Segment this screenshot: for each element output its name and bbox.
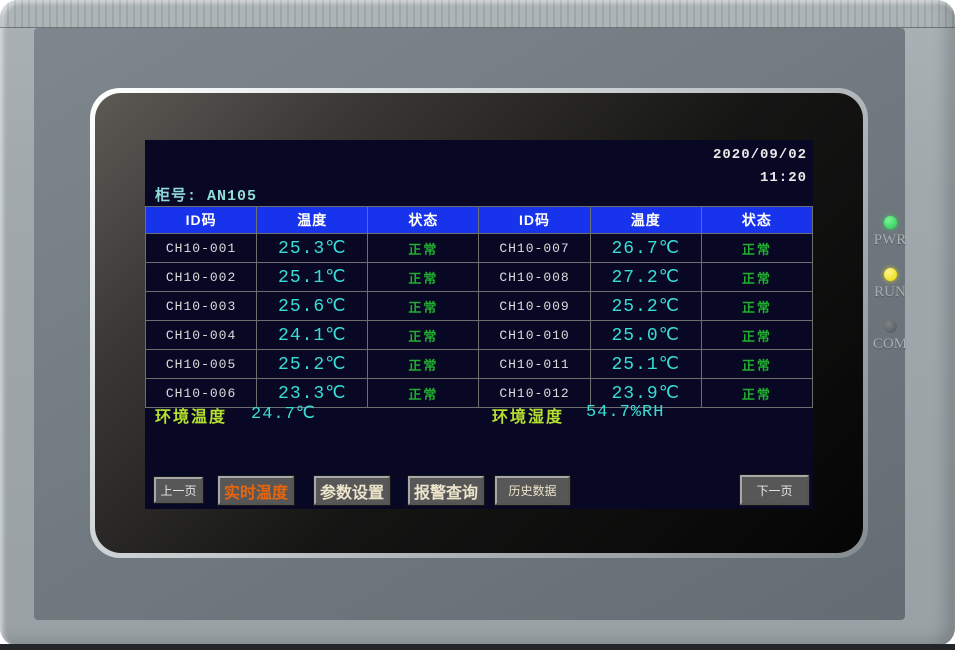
cell-status: 正常 — [368, 292, 479, 321]
cell-status: 正常 — [701, 350, 812, 379]
cell-id: CH10-011 — [479, 350, 590, 379]
cell-status: 正常 — [701, 321, 812, 350]
cell-status: 正常 — [368, 234, 479, 263]
run-led-group: RUN — [866, 268, 914, 301]
header-id-col1: ID码 — [146, 207, 257, 234]
cell-status: 正常 — [701, 292, 812, 321]
cell-status: 正常 — [368, 263, 479, 292]
next-page-button[interactable]: 下一页 — [740, 475, 809, 505]
cell-id: CH10-003 — [146, 292, 257, 321]
table-row: CH10-001 25.3℃ 正常 CH10-007 26.7℃ 正常 — [146, 234, 813, 263]
table-header-row: ID码 温度 状态 ID码 温度 状态 — [146, 207, 813, 234]
table-row: CH10-005 25.2℃ 正常 CH10-011 25.1℃ 正常 — [146, 350, 813, 379]
power-led-icon — [884, 216, 897, 229]
hmi-screen: 2020/09/02 11:20 柜号: AN105 ID码 温度 状态 ID码… — [145, 140, 813, 509]
datetime-display: 2020/09/02 11:20 — [713, 144, 807, 190]
cell-id: CH10-005 — [146, 350, 257, 379]
cell-temp: 25.2℃ — [257, 350, 368, 379]
com-led-group: COM — [866, 320, 914, 353]
alarm-query-button[interactable]: 报警查询 — [408, 476, 484, 505]
table-row: CH10-003 25.6℃ 正常 CH10-009 25.2℃ 正常 — [146, 292, 813, 321]
cell-temp: 25.3℃ — [257, 234, 368, 263]
ambient-temp-value: 24.7℃ — [251, 403, 316, 424]
ambient-temp-label: 环境温度 — [155, 403, 227, 427]
header-temp-col2: 温度 — [590, 207, 701, 234]
cell-status: 正常 — [368, 350, 479, 379]
cell-id: CH10-004 — [146, 321, 257, 350]
ambient-humidity-label: 环境湿度 — [492, 403, 564, 427]
screen-bezel: 2020/09/02 11:20 柜号: AN105 ID码 温度 状态 ID码… — [95, 93, 863, 553]
hmi-panel-chassis: 2020/09/02 11:20 柜号: AN105 ID码 温度 状态 ID码… — [0, 0, 955, 646]
realtime-temp-button[interactable]: 实时温度 — [218, 476, 294, 505]
date-text: 2020/09/02 — [713, 144, 807, 167]
table-row: CH10-004 24.1℃ 正常 CH10-010 25.0℃ 正常 — [146, 321, 813, 350]
cell-temp: 25.2℃ — [590, 292, 701, 321]
run-led-icon — [884, 268, 897, 281]
header-status-col1: 状态 — [368, 207, 479, 234]
cell-status: 正常 — [368, 321, 479, 350]
chassis-top-ridge — [0, 0, 955, 28]
pwr-led-label: PWR — [866, 232, 914, 249]
com-led-label: COM — [866, 336, 914, 353]
parameter-settings-button[interactable]: 参数设置 — [314, 476, 390, 505]
ambient-humidity-value: 54.7%RH — [586, 403, 664, 422]
cabinet-id-label: 柜号: AN105 — [155, 184, 257, 205]
cell-temp: 25.6℃ — [257, 292, 368, 321]
prev-page-button[interactable]: 上一页 — [154, 477, 203, 503]
pwr-led-group: PWR — [866, 216, 914, 249]
table-row: CH10-006 23.3℃ 正常 CH10-012 23.9℃ 正常 — [146, 379, 813, 408]
cell-id: CH10-009 — [479, 292, 590, 321]
history-data-button[interactable]: 历史数据 — [495, 476, 570, 505]
cell-temp: 25.1℃ — [590, 350, 701, 379]
cell-id: CH10-001 — [146, 234, 257, 263]
cell-temp: 27.2℃ — [590, 263, 701, 292]
header-temp-col1: 温度 — [257, 207, 368, 234]
cell-status: 正常 — [701, 234, 812, 263]
header-status-col2: 状态 — [701, 207, 812, 234]
channel-monitor-table: ID码 温度 状态 ID码 温度 状态 CH10-001 25.3℃ 正常 CH… — [145, 206, 813, 408]
cell-id: CH10-002 — [146, 263, 257, 292]
time-text: 11:20 — [713, 167, 807, 190]
cell-status: 正常 — [701, 263, 812, 292]
com-led-icon — [884, 320, 897, 333]
cell-temp: 24.1℃ — [257, 321, 368, 350]
cell-status: 正常 — [701, 379, 812, 408]
run-led-label: RUN — [866, 284, 914, 301]
bottom-shadow — [0, 644, 955, 650]
cell-temp: 26.7℃ — [590, 234, 701, 263]
cell-temp: 25.1℃ — [257, 263, 368, 292]
cell-id: CH10-008 — [479, 263, 590, 292]
cell-id: CH10-010 — [479, 321, 590, 350]
cell-id: CH10-007 — [479, 234, 590, 263]
header-id-col2: ID码 — [479, 207, 590, 234]
table-row: CH10-002 25.1℃ 正常 CH10-008 27.2℃ 正常 — [146, 263, 813, 292]
cell-temp: 25.0℃ — [590, 321, 701, 350]
screen-bezel-ring: 2020/09/02 11:20 柜号: AN105 ID码 温度 状态 ID码… — [90, 88, 868, 558]
cell-status: 正常 — [368, 379, 479, 408]
